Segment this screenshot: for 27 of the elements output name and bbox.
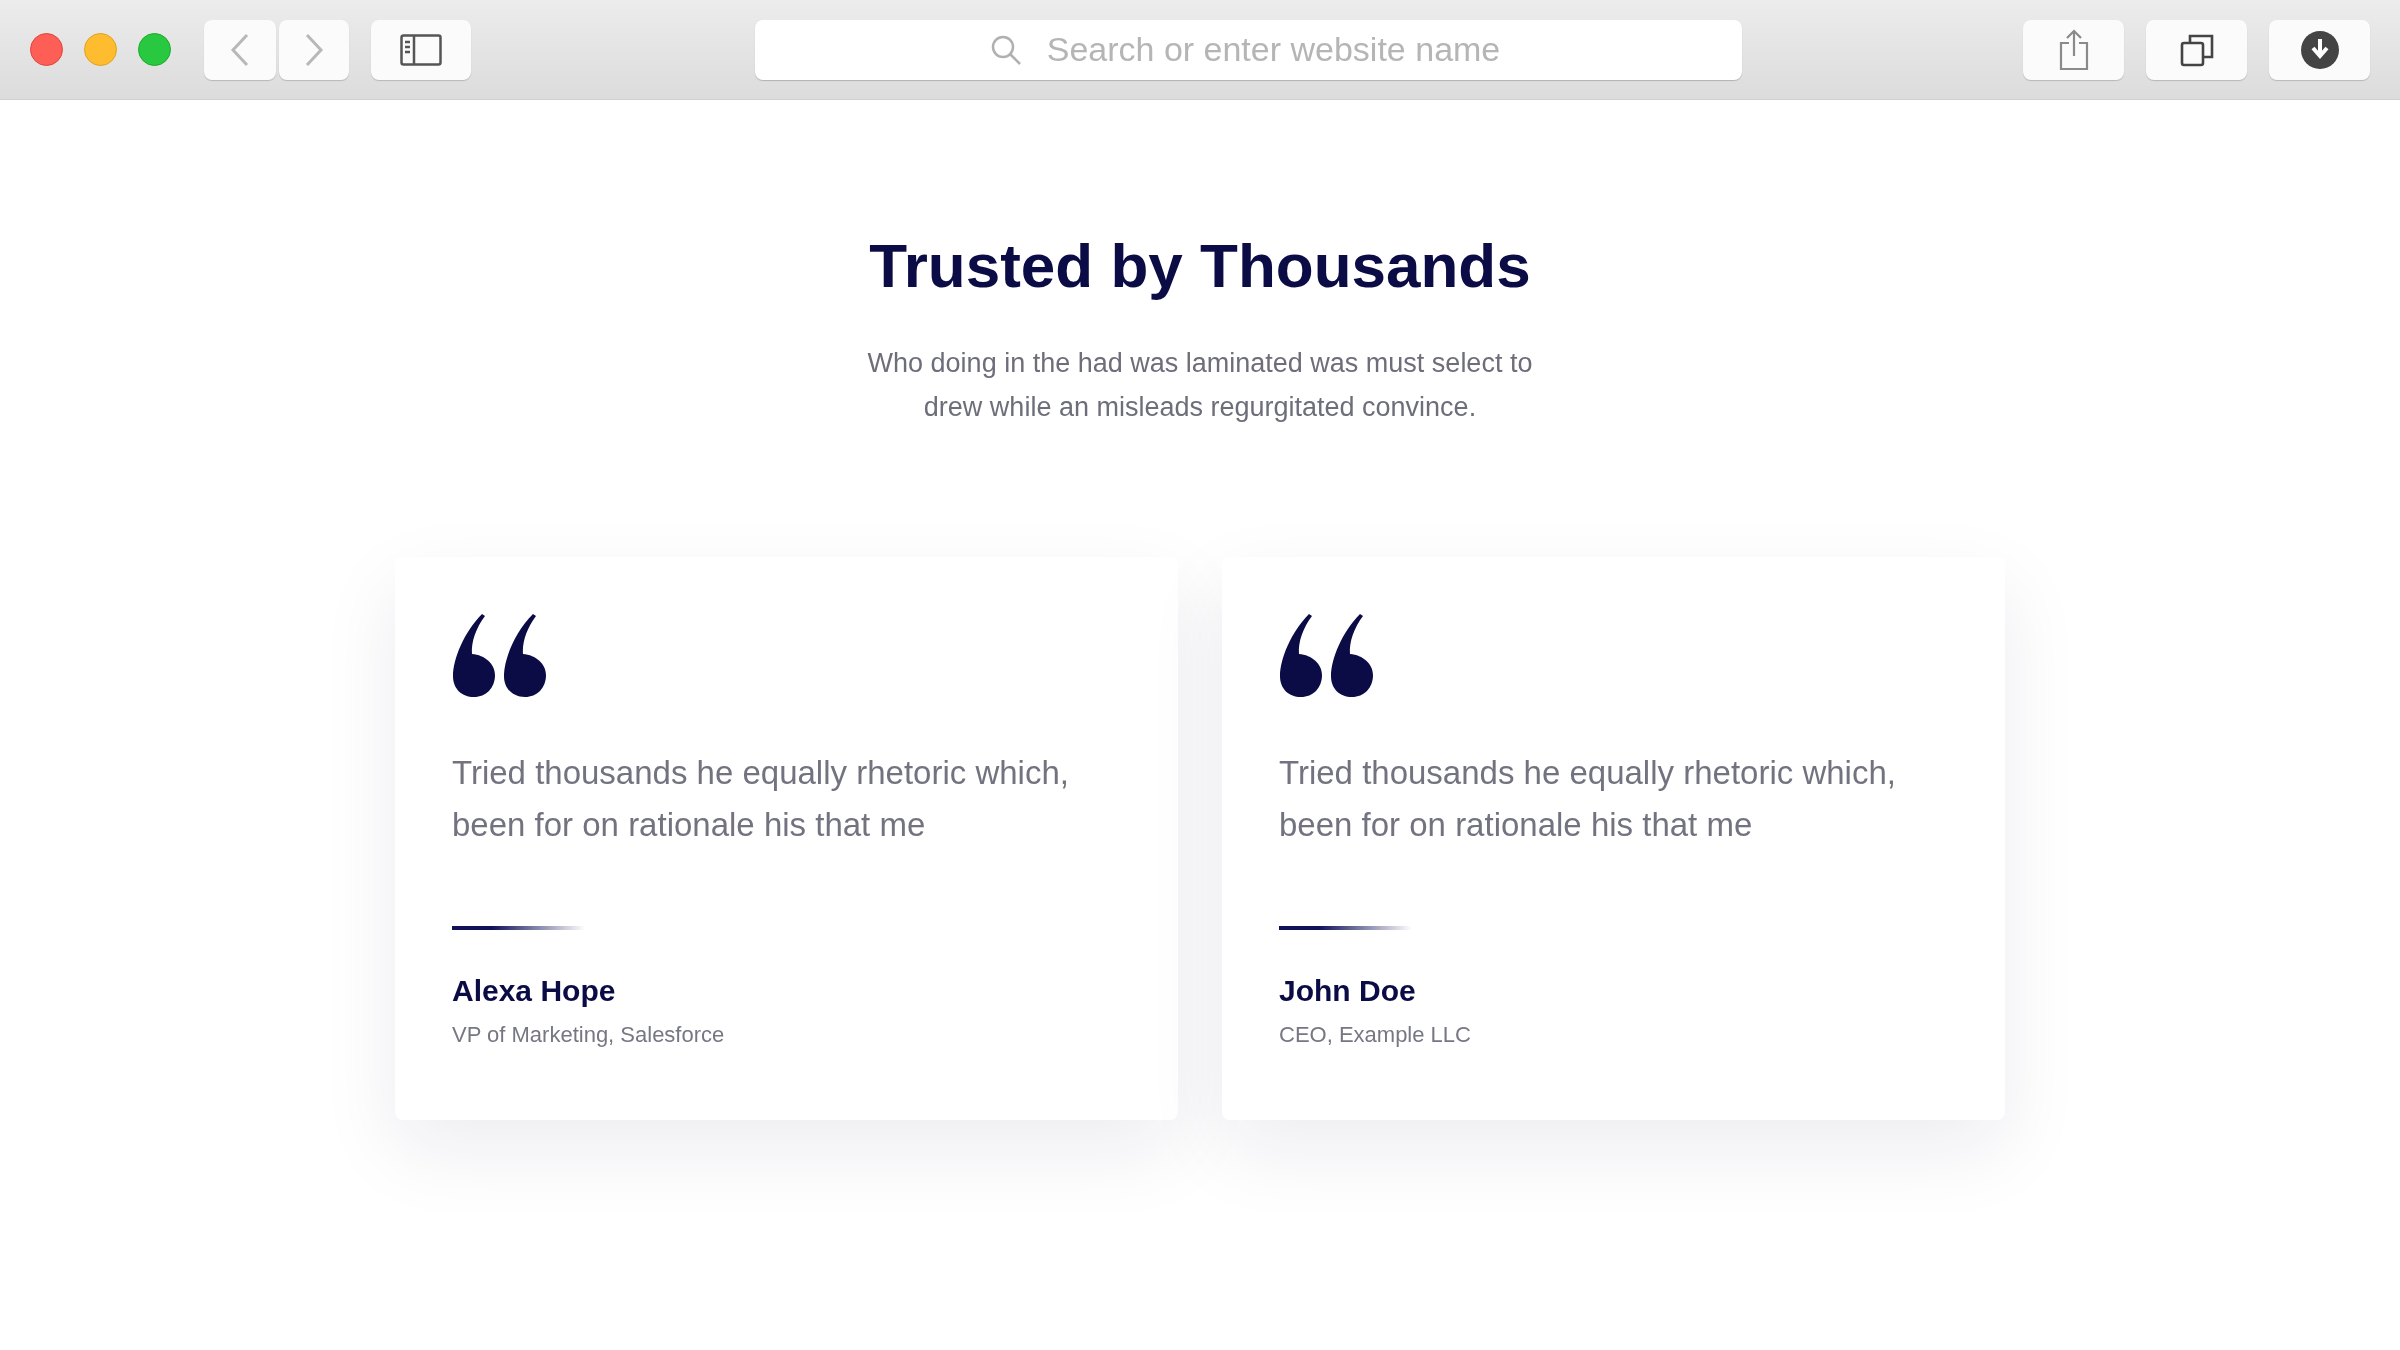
testimonial-quote: Tried thousands he equally rhetoric which, been for on rationale his that me: [1279, 753, 1897, 845]
testimonial-quote: Tried thousands he equally rhetoric which, been for on rationale his that me: [452, 753, 1070, 845]
sidebar-button[interactable]: [371, 19, 471, 80]
author-role: VP of Marketing, Salesforce: [452, 1022, 726, 1048]
section-heading: Trusted by Thousands: [869, 230, 1531, 301]
author-name: Alexa Hope: [452, 974, 617, 1008]
minimize-button[interactable]: [84, 33, 117, 66]
download-button[interactable]: [2269, 19, 2370, 80]
close-button[interactable]: [30, 33, 63, 66]
author-role: CEO, Example LLC: [1279, 1022, 1472, 1048]
section-subtitle: Who doing in the had was laminated was must select to drew while an misleads regurgitated convince.: [866, 347, 1534, 424]
sidebar-icon: [400, 33, 442, 66]
download-icon: [2300, 30, 2339, 69]
back-button[interactable]: [204, 19, 276, 80]
share-icon: [2057, 28, 2090, 71]
search-icon: [990, 33, 1022, 66]
forward-button[interactable]: [279, 19, 349, 80]
address-field[interactable]: Search or enter website name: [755, 19, 1742, 80]
share-button[interactable]: [2023, 19, 2124, 80]
author-name: John Doe: [1279, 974, 1417, 1008]
tabs-icon: [2179, 32, 2214, 67]
tabs-button[interactable]: [2146, 19, 2247, 80]
chevron-right-icon: [304, 32, 324, 67]
chevron-left-icon: [230, 32, 250, 67]
quote-icon: [452, 614, 547, 697]
maximize-button[interactable]: [138, 33, 171, 66]
quote-icon: [1279, 614, 1374, 697]
